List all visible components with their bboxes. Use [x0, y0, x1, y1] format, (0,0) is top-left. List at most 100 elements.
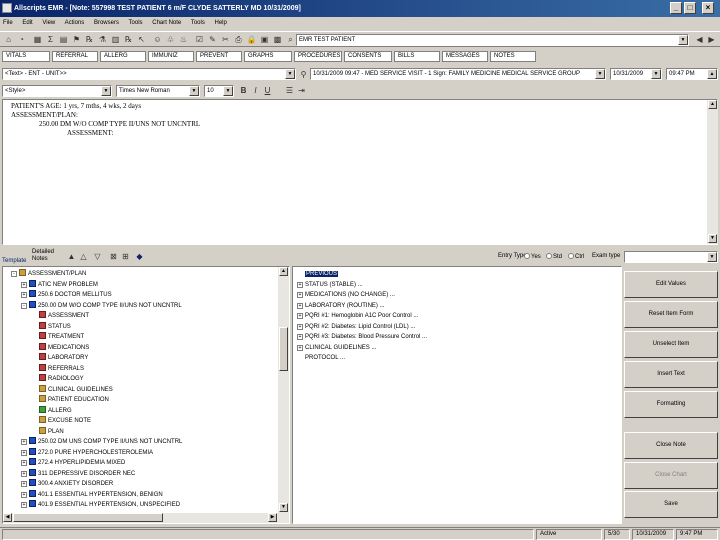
tab-messages[interactable]: MESSAGES	[442, 51, 488, 62]
entry-type-yes[interactable]: Yes	[524, 253, 541, 260]
tree-item[interactable]: PATIENT EDUCATION	[31, 395, 109, 405]
tab-immuniz[interactable]: IMMUNIZ	[148, 51, 194, 62]
tree-hscrollbar[interactable]: ◀ ▶	[3, 513, 278, 523]
scroll-up-icon[interactable]: ▲	[708, 100, 717, 109]
entry-type-ctrl[interactable]: Ctrl	[568, 253, 584, 260]
list-item[interactable]: + LABORATORY (ROUTINE) ...	[297, 301, 385, 311]
tree-item[interactable]: +401.9 ESSENTIAL HYPERTENSION, UNSPECIFI…	[21, 500, 180, 510]
expand-icon[interactable]: +	[21, 481, 27, 487]
scroll-thumb[interactable]	[279, 327, 288, 371]
tab-bills[interactable]: BILLS	[394, 51, 440, 62]
italic-icon[interactable]: I	[250, 85, 261, 96]
tab-vitals[interactable]: VITALS	[2, 51, 50, 62]
menu-help[interactable]: Help	[215, 20, 227, 26]
tab-referral[interactable]: REFERRAL	[52, 51, 98, 62]
move-up-icon[interactable]: △	[78, 251, 89, 262]
close-chart-button[interactable]: Close Chart	[624, 462, 718, 489]
list-item[interactable]: + PQRI #3: Diabetes: Blood Pressure Contr…	[297, 332, 427, 342]
list-item[interactable]: PREVIOUS	[297, 269, 339, 279]
chevron-down-icon[interactable]: ▼	[707, 252, 717, 262]
exam-type-combo[interactable]: ▼	[624, 251, 718, 263]
expand-icon[interactable]: +	[297, 302, 303, 309]
scroll-down-icon[interactable]: ▼	[279, 503, 288, 512]
list-item[interactable]: + PQRI #1: Hemoglobin A1C Poor Control ..…	[297, 311, 418, 321]
tree-scrollbar[interactable]: ▲ ▼	[278, 267, 289, 523]
style-combo[interactable]: <Style> ▼	[2, 85, 112, 97]
person-icon[interactable]: ☺	[152, 34, 163, 45]
home-icon[interactable]: ⌂	[3, 34, 14, 45]
search-patient-icon[interactable]: ⌕	[285, 34, 296, 45]
expand-icon[interactable]: +	[21, 460, 27, 466]
list-item[interactable]: + STATUS (STABLE) ...	[297, 280, 363, 290]
expand-icon[interactable]: +	[297, 323, 303, 330]
tree-item[interactable]: EXCUSE NOTE	[31, 416, 91, 426]
nav-back-icon[interactable]: ◀	[694, 34, 705, 45]
spin-icon[interactable]: ▲	[707, 69, 717, 79]
tree-item[interactable]: +272.4 HYPERLIPIDEMIA MIXED	[21, 458, 125, 468]
stethoscope-icon[interactable]: ♨	[178, 34, 189, 45]
menu-chart-note[interactable]: Chart Note	[152, 20, 181, 26]
tree-item[interactable]: - 250.00 DM W/O COMP TYPE II/UNS NOT UNCN…	[21, 300, 182, 311]
collapse-icon[interactable]: -	[21, 302, 27, 309]
menu-tools[interactable]: Tools	[129, 20, 143, 26]
save-icon[interactable]: ▣	[259, 34, 270, 45]
tree-item[interactable]: ALLERG	[31, 405, 72, 416]
list-item[interactable]: + CLINICAL GUIDELINES ...	[297, 343, 376, 353]
chevron-down-icon[interactable]: ▼	[223, 86, 233, 96]
tab-notes[interactable]: NOTES	[490, 51, 536, 62]
menu-file[interactable]: File	[3, 20, 13, 26]
underline-icon[interactable]: U	[262, 85, 273, 96]
tree-item[interactable]: - ASSESSMENT/PLAN	[11, 269, 86, 279]
diamond-icon[interactable]: ◆	[134, 251, 145, 262]
tree-item[interactable]: MEDICATIONS	[31, 342, 89, 353]
chart-icon[interactable]: ▤	[58, 34, 69, 45]
chevron-down-icon[interactable]: ▼	[595, 69, 605, 79]
bullets-icon[interactable]: ☰	[284, 85, 295, 96]
clock-icon[interactable]: ◔	[16, 34, 27, 45]
pin-icon[interactable]: ⚲	[298, 69, 309, 80]
expand-icon[interactable]: +	[297, 313, 303, 319]
edit-values-button[interactable]: Edit Values	[624, 271, 718, 298]
reset-item-form-button[interactable]: Reset Item Form	[624, 301, 718, 328]
grid-icon[interactable]: ▦	[32, 34, 43, 45]
printer-icon[interactable]: ⎙	[233, 34, 244, 45]
findings-list[interactable]: PREVIOUS + STATUS (STABLE) ... + MEDICATIONS…	[292, 266, 622, 524]
tree-item[interactable]: REFERRALS	[31, 363, 84, 374]
note-editor[interactable]: PATIENT'S AGE: 1 yrs, 7 mths, 4 wks, 2 d…	[2, 99, 718, 245]
tree-item[interactable]: ASSESSMENT	[31, 311, 89, 321]
document-icon[interactable]: ▥	[110, 34, 121, 45]
rx-2-icon[interactable]: ℞	[123, 34, 134, 45]
checklist-icon[interactable]: ☑	[194, 34, 205, 45]
entry-type-std[interactable]: Std	[546, 253, 562, 260]
font-combo[interactable]: Times New Roman ▼	[116, 85, 200, 97]
chevron-down-icon[interactable]: ▼	[189, 86, 199, 96]
scroll-left-icon[interactable]: ◀	[3, 513, 12, 522]
tab-procedures[interactable]: PROCEDURES	[294, 51, 342, 62]
save-button[interactable]: Save	[624, 491, 718, 518]
tree-item[interactable]: RADIOLOGY	[31, 374, 84, 384]
collapse-icon[interactable]: -	[11, 271, 17, 277]
tree-item[interactable]: +311 DEPRESSIVE DISORDER NEC	[21, 468, 135, 479]
expand-icon[interactable]: +	[21, 281, 27, 288]
lock-icon[interactable]: 🔒	[246, 34, 257, 45]
expand-icon[interactable]: +	[21, 502, 27, 508]
editor-scrollbar[interactable]: ▲ ▼	[707, 100, 718, 244]
expand-icon[interactable]: +	[297, 281, 303, 288]
expand-icon[interactable]: +	[21, 449, 27, 456]
tree-item[interactable]: +272.0 PURE HYPERCHOLESTEROLEMIA	[21, 447, 153, 458]
patient-combo[interactable]: EMR TEST PATIENT ▼	[296, 34, 689, 46]
indent-icon[interactable]: ⇥	[296, 85, 307, 96]
scroll-up-icon[interactable]: ▲	[279, 267, 288, 276]
menu-tools-2[interactable]: Tools	[191, 20, 205, 26]
move-top-icon[interactable]: ▲	[66, 251, 77, 262]
minimize-button[interactable]: _	[670, 2, 682, 14]
close-note-button[interactable]: Close Note	[624, 432, 718, 459]
lab-icon[interactable]: ⚗	[97, 34, 108, 45]
menu-browsers[interactable]: Browsers	[94, 20, 119, 26]
note-time-field[interactable]: 09:47 PM ▲	[666, 68, 718, 80]
pen-icon[interactable]: ✎	[207, 34, 218, 45]
hscroll-thumb[interactable]	[13, 513, 163, 522]
template-combo[interactable]: <Text> - ENT - UNIT>> ▼	[2, 68, 296, 80]
tree-item[interactable]: +250.6 DOCTOR MELLITUS	[21, 290, 112, 300]
note-date-field[interactable]: 10/31/2009 ▼	[610, 68, 662, 80]
